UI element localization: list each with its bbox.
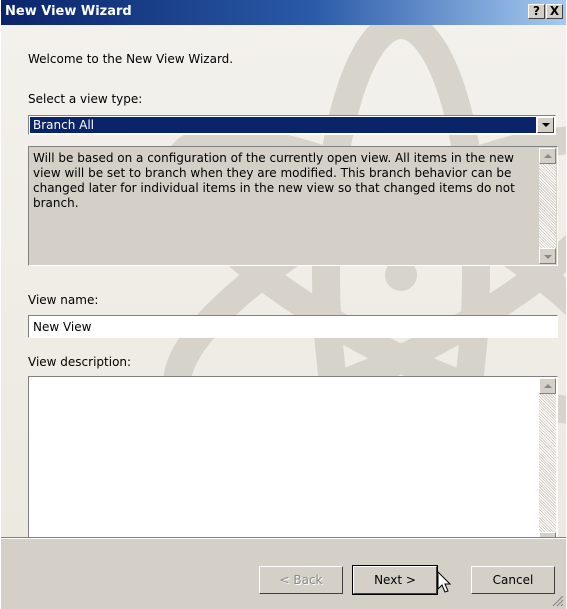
scroll-down-icon [544, 255, 552, 259]
wizard-content: Welcome to the New View Wizard. Select a… [1, 25, 566, 537]
window-title: New View Wizard [5, 4, 132, 19]
cancel-button[interactable]: Cancel [471, 566, 555, 594]
welcome-text: Welcome to the New View Wizard. [28, 52, 234, 66]
view-type-description-box: Will be based on a configuration of the … [28, 146, 558, 266]
scroll-down-button[interactable] [539, 248, 556, 264]
view-type-label: Select a view type: [28, 92, 143, 106]
view-description-textarea[interactable] [28, 376, 558, 537]
next-button[interactable]: Next > [352, 565, 438, 595]
wizard-footer: < Back Next > Cancel [1, 537, 566, 609]
back-button[interactable]: < Back [259, 566, 343, 594]
textarea-scrollbar[interactable] [539, 378, 556, 537]
scroll-up-button[interactable] [539, 378, 556, 394]
scroll-up-button[interactable] [539, 148, 556, 164]
view-type-select[interactable]: Branch All [28, 115, 556, 135]
scroll-up-icon [544, 384, 552, 388]
footer-divider [1, 538, 566, 539]
dropdown-button[interactable] [537, 117, 554, 133]
resize-grip-icon[interactable] [552, 595, 564, 607]
view-type-selected-value: Branch All [30, 117, 536, 133]
view-type-description-text: Will be based on a configuration of the … [33, 151, 515, 210]
help-icon[interactable]: ? [528, 4, 545, 19]
view-name-input[interactable] [28, 315, 558, 338]
description-scrollbar[interactable] [539, 148, 556, 264]
chevron-down-icon [542, 123, 550, 127]
scroll-up-icon [544, 154, 552, 158]
wizard-window: New View Wizard ? X Welcome to the New V… [1, 0, 566, 609]
title-bar[interactable]: New View Wizard ? X [1, 0, 566, 25]
mouse-pointer-icon [437, 571, 452, 593]
view-name-label: View name: [28, 293, 99, 307]
close-icon[interactable]: X [546, 4, 563, 19]
view-description-label: View description: [28, 355, 132, 369]
